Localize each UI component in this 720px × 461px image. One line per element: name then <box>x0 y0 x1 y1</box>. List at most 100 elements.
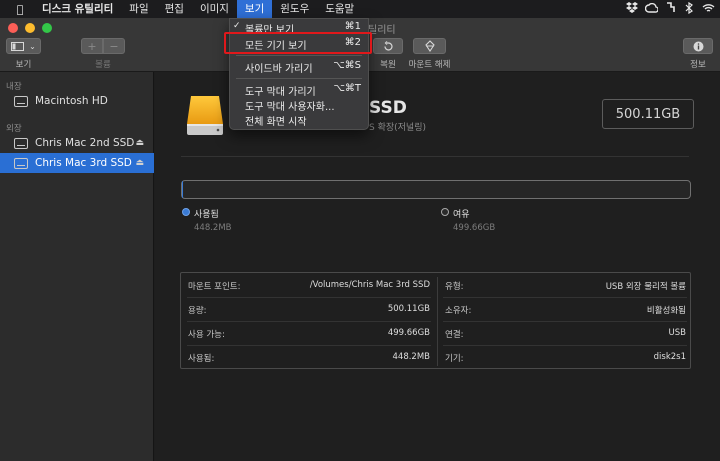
used-legend-dot <box>182 208 190 216</box>
creative-cloud-icon[interactable] <box>644 2 659 16</box>
add-volume-button[interactable]: + <box>81 38 103 54</box>
menu-separator <box>236 78 362 79</box>
menu-item-customize-toolbar[interactable]: 도구 막대 사용자화... <box>230 98 368 113</box>
menu-app-name[interactable]: 디스크 유틸리티 <box>40 0 121 18</box>
type-key: 유형: <box>445 282 464 292</box>
main-panel: SSD S 확장(저널링) 500.11GB 사용됨 448.2MB 여유 49… <box>155 72 720 461</box>
external-disk-icon <box>14 137 28 149</box>
menu-item-enter-full-screen[interactable]: 전체 화면 시작 <box>230 113 368 128</box>
connection-key: 연결: <box>445 330 464 340</box>
device-key: 기기: <box>445 354 464 364</box>
menu-window[interactable]: 윈도우 <box>272 0 317 18</box>
menu-item-label: 도구 막대 사용자화... <box>245 102 335 113</box>
eject-icon[interactable]: ⏏ <box>135 138 144 148</box>
menu-item-shortcut: ⌥⌘T <box>333 83 361 94</box>
free-legend-value: 499.66GB <box>453 223 496 233</box>
owners-key: 소유자: <box>445 306 472 316</box>
zoom-window-button[interactable] <box>42 23 52 33</box>
eject-icon[interactable]: ⏏ <box>135 158 144 168</box>
restore-label: 복원 <box>380 60 396 70</box>
volume-label: 볼륨 <box>95 60 111 70</box>
restore-button[interactable] <box>373 38 403 54</box>
dropbox-icon[interactable] <box>626 2 638 16</box>
menu-item-hide-sidebar[interactable]: 사이드바 가리기 ⌥⌘S <box>230 60 368 75</box>
menu-item-label: 도구 막대 가리기 <box>245 87 316 98</box>
mount-point-key: 마운트 포인트: <box>188 282 241 292</box>
sidebar-item-macintosh-hd[interactable]: Macintosh HD <box>0 91 154 111</box>
menu-bar:  디스크 유틸리티 파일 편집 이미지 보기 윈도우 도움말 <box>0 0 720 18</box>
minimize-window-button[interactable] <box>25 23 35 33</box>
usage-bar <box>181 180 691 199</box>
close-window-button[interactable] <box>8 23 18 33</box>
external-drive-icon <box>187 96 223 135</box>
restore-icon <box>383 40 393 51</box>
menu-file[interactable]: 파일 <box>121 0 156 18</box>
sidebar-item-chris-mac-2nd-ssd[interactable]: Chris Mac 2nd SSD ⏏ <box>0 133 154 153</box>
used-value: 448.2MB <box>392 352 431 362</box>
info-icon <box>693 41 703 51</box>
menu-view[interactable]: 보기 <box>236 0 273 18</box>
free-legend-label: 여유 <box>453 210 470 220</box>
unmount-label: 마운트 해제 <box>408 60 451 70</box>
free-legend-dot <box>441 208 449 216</box>
info-row-divider <box>443 321 687 322</box>
view-toggle-button[interactable]: ⌄ <box>6 38 41 54</box>
capacity-value: 500.11GB <box>387 304 430 314</box>
info-row-divider <box>443 345 687 346</box>
highlight-annotation <box>224 32 372 54</box>
disk-info-table: 마운트 포인트: /Volumes/Chris Mac 3rd SSD 용량: … <box>180 272 691 369</box>
header-divider <box>181 156 689 157</box>
window-controls <box>8 23 52 33</box>
menu-item-shortcut: ⌘1 <box>344 21 361 32</box>
disk-format: S 확장(저널링) <box>369 123 426 133</box>
sidebar-icon <box>11 41 25 51</box>
window-title: 틸리티 <box>368 25 396 36</box>
unmount-button[interactable] <box>413 38 446 54</box>
bluetooth-icon[interactable] <box>683 1 695 17</box>
status-icons <box>626 0 715 18</box>
connection-value: USB <box>668 328 686 338</box>
device-value: disk2s1 <box>653 352 686 362</box>
checkmark-icon: ✓ <box>233 21 241 31</box>
menu-help[interactable]: 도움말 <box>317 0 362 18</box>
owners-value: 비활성화됨 <box>646 306 686 316</box>
unmount-icon <box>424 40 435 52</box>
available-value: 499.66GB <box>387 328 430 338</box>
menu-separator <box>236 55 362 56</box>
capacity-key: 용량: <box>188 306 207 316</box>
disk-title: SSD <box>369 98 407 118</box>
sidebar-item-label: Chris Mac 3rd SSD <box>35 157 132 169</box>
info-row-divider <box>187 345 431 346</box>
menu-image[interactable]: 이미지 <box>192 0 237 18</box>
used-legend-label: 사용됨 <box>194 210 219 220</box>
available-key: 사용 가능: <box>188 330 225 340</box>
type-value: USB 외장 물리적 볼륨 <box>605 282 686 292</box>
wifi-icon[interactable] <box>702 3 715 16</box>
used-legend-value: 448.2MB <box>194 223 232 233</box>
sidebar: 내장 Macintosh HD 외장 Chris Mac 2nd SSD ⏏ C… <box>0 72 154 461</box>
internal-disk-icon <box>14 95 28 107</box>
sidebar-item-label: Macintosh HD <box>35 95 108 107</box>
info-label: 정보 <box>690 60 706 70</box>
chevron-down-icon: ⌄ <box>29 41 36 51</box>
menu-item-shortcut: ⌥⌘S <box>333 60 361 71</box>
menu-item-hide-toolbar[interactable]: 도구 막대 가리기 ⌥⌘T <box>230 83 368 98</box>
info-row-divider <box>443 297 687 298</box>
view-label: 보기 <box>15 60 32 70</box>
menu-edit[interactable]: 편집 <box>157 0 192 18</box>
info-row-divider <box>187 321 431 322</box>
disk-capacity-badge: 500.11GB <box>602 99 694 129</box>
info-row-divider <box>187 297 431 298</box>
app-status-icon[interactable] <box>664 2 676 16</box>
external-disk-icon <box>14 157 28 169</box>
info-button[interactable] <box>683 38 713 54</box>
info-column-divider <box>437 277 438 366</box>
menu-item-label: 사이드바 가리기 <box>245 64 313 75</box>
used-key: 사용됨: <box>188 354 215 364</box>
mount-point-value: /Volumes/Chris Mac 3rd SSD <box>309 280 430 290</box>
apple-menu-icon[interactable]:  <box>0 3 40 16</box>
menu-item-label: 전체 화면 시작 <box>245 117 307 128</box>
remove-volume-button[interactable]: − <box>103 38 125 54</box>
sidebar-item-label: Chris Mac 2nd SSD <box>35 137 135 149</box>
sidebar-item-chris-mac-3rd-ssd[interactable]: Chris Mac 3rd SSD ⏏ <box>0 153 154 173</box>
